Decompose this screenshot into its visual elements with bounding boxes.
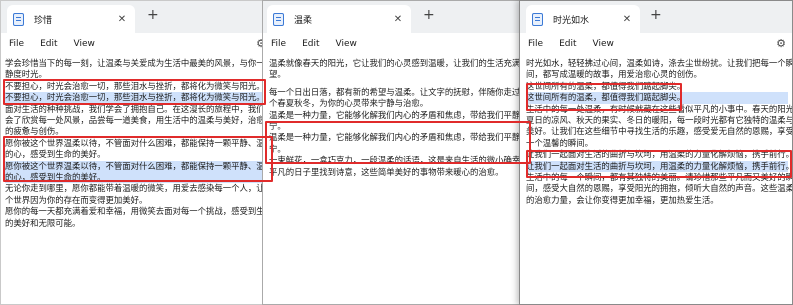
notepad-icon bbox=[532, 12, 543, 26]
text-line: 无论你走到哪里，愿你都能带着温暖的微笑，用爱去感染每一个人，让这 bbox=[5, 183, 273, 194]
text-line: 温柔是一种力量，它能够化解我们内心的矛盾和焦虑，带给我们平静与安 bbox=[269, 109, 530, 120]
new-tab-button[interactable]: + bbox=[423, 7, 435, 23]
menu-file[interactable]: File bbox=[271, 39, 286, 49]
text-line: 生活中的每一处温柔，有时候就藏在这些看似平凡的小事中。春天的阳光、 bbox=[526, 103, 793, 114]
menu-bar: File Edit View ⚙ bbox=[1, 33, 272, 55]
text-line: 的治愈力量，会让你变得更加幸福，更加热爱生活。 bbox=[526, 194, 719, 205]
notepad-window-zhenxi: 珍惜 ✕ + File Edit View ⚙ 学会珍惜当下的每一刻，让温柔与关… bbox=[0, 0, 273, 305]
text-line: 温柔就像春天的阳光，它让我们的心灵感到温暖，让我们的生活充满希 bbox=[269, 58, 529, 68]
notepad-icon bbox=[273, 12, 284, 26]
tab-wenrou[interactable]: 温柔 ✕ bbox=[267, 5, 411, 33]
text-line: 学会珍惜当下的每一刻，让温柔与关爱成为生活中最美的风景，与你一起 bbox=[5, 58, 273, 68]
menu-bar: File Edit View bbox=[263, 33, 529, 55]
text-line: 间，都写成温暖的故事，用爱治愈心灵的创伤。 bbox=[526, 69, 702, 80]
text-line: 的疲惫与创伤。 bbox=[5, 126, 64, 137]
text-line: 不要担心，时光会治愈一切，那些泪水与挫折，都将化为微笑与阳光。 bbox=[5, 80, 265, 91]
text-line: 愿你被这个世界温柔以待，不管面对什么困难，都能保持一颗平静、温柔 bbox=[5, 137, 273, 148]
text-line: 每一个日出日落，都有新的希望与温柔。让文字的抚慰，伴随你走过每一 bbox=[269, 86, 530, 97]
text-line: 夏日的凉风、秋天的果实、冬日的暖阳，每一段时光都有它独特的温柔与 bbox=[526, 115, 793, 126]
text-line: 宁。 bbox=[269, 121, 286, 132]
text-line: 愿你的每一天都充满着爱和幸福，用微笑去面对每一个挑战，感受到生命 bbox=[5, 206, 273, 217]
text-line: 的心，感受到生命的美好。 bbox=[5, 172, 268, 184]
notepad-window-wenrou: 温柔 ✕ + File Edit View 温柔就像春天的阳光，它让我们的心灵感… bbox=[262, 0, 530, 305]
text-line: 会了欣赏每一处风景，品尝每一道美食，用生活中的温柔与美好，治愈心灵 bbox=[5, 115, 273, 126]
text-line: 时光如水，轻轻拂过心间，温柔如诗，涤去尘世纷扰。让我们把每一个瞬 bbox=[526, 58, 793, 68]
tab-bar: 温柔 ✕ + bbox=[263, 1, 529, 33]
menu-view[interactable]: View bbox=[593, 39, 614, 49]
text-line: 个世界因为你的存在而变得更加美好。 bbox=[5, 194, 148, 205]
tab-title: 珍惜 bbox=[34, 15, 53, 26]
menu-edit[interactable]: Edit bbox=[302, 39, 319, 49]
tab-zhenxi[interactable]: 珍惜 ✕ bbox=[7, 5, 135, 33]
text-line: 一个温馨的瞬间。 bbox=[526, 137, 593, 148]
tab-bar: 时光如水 ✕ + bbox=[520, 1, 792, 33]
menu-view[interactable]: View bbox=[74, 39, 95, 49]
text-line: 美好。让我们在这些细节中寻找生活的乐趣，感受爱无自然的恩赐，享受每 bbox=[526, 126, 793, 137]
text-line: 这世间所有的温柔，都值得我们踮起脚尖。 bbox=[526, 92, 788, 104]
text-line: 宁。 bbox=[269, 143, 286, 154]
tab-bar: 珍惜 ✕ + bbox=[1, 1, 272, 33]
notepad-icon bbox=[13, 12, 24, 26]
text-line: 的美好和无限可能。 bbox=[5, 217, 81, 228]
notepad-window-shiguangrushui: 时光如水 ✕ + File Edit View ⚙ 时光如水，轻轻拂过心间，温柔… bbox=[519, 0, 793, 305]
menu-edit[interactable]: Edit bbox=[40, 39, 57, 49]
text-line: 个春夏秋冬，为你的心灵带来宁静与治愈。 bbox=[269, 98, 429, 109]
text-line: 一束鲜花，一盒巧克力，一段温柔的话语，这是来自生活的微小确幸。在 bbox=[269, 155, 530, 166]
close-tab-icon[interactable]: ✕ bbox=[620, 14, 634, 25]
settings-gear-icon[interactable]: ⚙ bbox=[776, 37, 786, 50]
new-tab-button[interactable]: + bbox=[650, 7, 662, 23]
menu-edit[interactable]: Edit bbox=[559, 39, 576, 49]
text-line: 让我们一起面对生活的曲折与坎坷，用温柔的力量化解烦恼，携手前行。 bbox=[526, 160, 793, 173]
tab-title: 温柔 bbox=[294, 15, 313, 26]
new-tab-button[interactable]: + bbox=[147, 7, 159, 23]
text-line: 平凡的日子里找到诗意，这些简单美好的事物带来暖心的治愈。 bbox=[269, 166, 504, 177]
tab-shiguangrushui[interactable]: 时光如水 ✕ bbox=[526, 5, 640, 33]
menu-file[interactable]: File bbox=[528, 39, 543, 49]
text-editor[interactable]: 温柔就像春天的阳光，它让我们的心灵感到温暖，让我们的生活充满希 望。 每一个日出… bbox=[263, 55, 529, 178]
text-line: 间，感受大自然的恩赐，享受阳光的拥抱，倾听大自然的声音。这些温柔 bbox=[526, 183, 793, 194]
text-line: 让我们一起面对生活的曲折与坎坷，用温柔的力量化解烦恼，携手前行。 bbox=[526, 149, 793, 160]
menu-view[interactable]: View bbox=[336, 39, 357, 49]
menu-file[interactable]: File bbox=[9, 39, 24, 49]
menu-bar: File Edit View ⚙ bbox=[520, 33, 792, 55]
tab-title: 时光如水 bbox=[553, 15, 590, 26]
text-line: 的心，感受到生命的美好。 bbox=[5, 149, 106, 160]
text-line: 温柔是一种力量，它能够化解我们内心的矛盾和焦虑，带给我们平静与安 bbox=[269, 132, 530, 143]
text-line: 不要担心，时光会治愈一切，那些泪水与挫折，都将化为微笑与阳光。 bbox=[5, 92, 268, 104]
close-tab-icon[interactable]: ✕ bbox=[115, 14, 129, 25]
text-editor[interactable]: 时光如水，轻轻拂过心间，温柔如诗，涤去尘世纷扰。让我们把每一个瞬 间，都写成温暖… bbox=[520, 55, 792, 206]
text-line: 静度时光。 bbox=[5, 69, 47, 80]
text-line: 望。 bbox=[269, 69, 286, 80]
text-line: 这世间所有的温柔，都值得我们踮起脚尖。 bbox=[526, 80, 686, 91]
text-line: 面对生活的种种挑战，我们学会了拥抱自己。在这漫长的旅程中，我们学 bbox=[5, 103, 273, 114]
text-line: 愿你被这个世界温柔以待，不管面对什么困难，都能保持一颗平静、温柔 bbox=[5, 160, 273, 173]
text-editor[interactable]: 学会珍惜当下的每一刻，让温柔与关爱成为生活中最美的风景，与你一起 静度时光。 不… bbox=[1, 55, 272, 229]
text-line: 生活中的每一个瞬间，都有其独特的美丽。请珍惜那些平凡而又美好的瞬 bbox=[526, 172, 793, 183]
close-tab-icon[interactable]: ✕ bbox=[391, 14, 405, 25]
